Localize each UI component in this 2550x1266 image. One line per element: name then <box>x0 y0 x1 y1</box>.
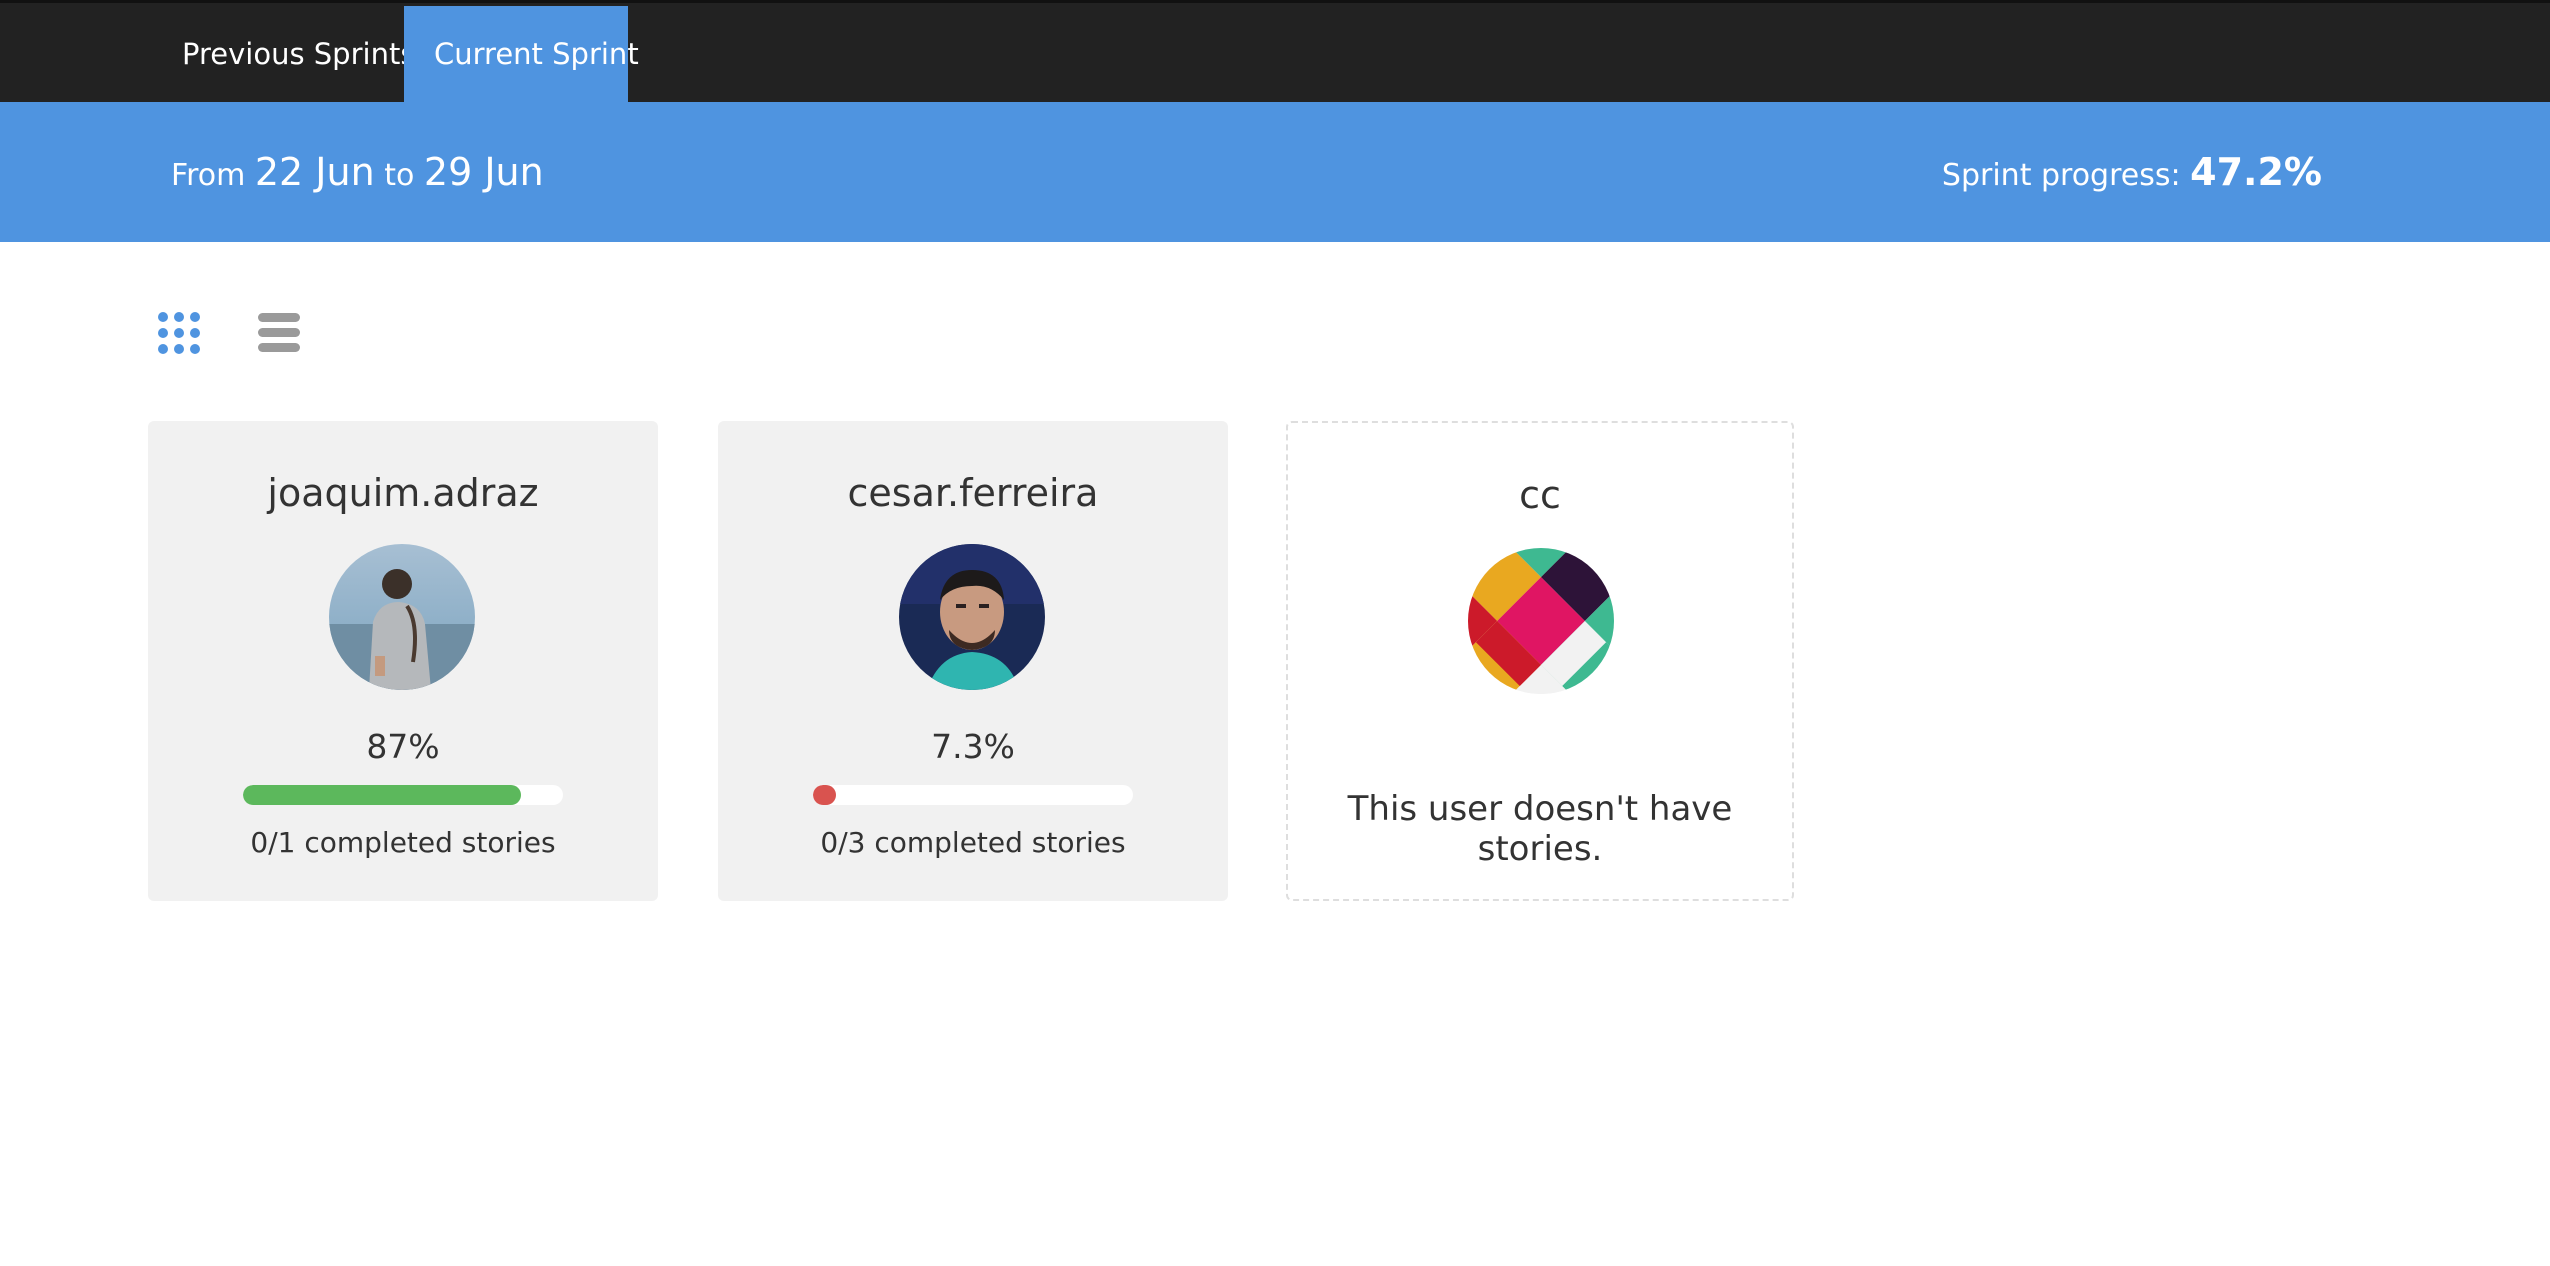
sprint-progress-label: Sprint progress: <box>1941 158 2181 193</box>
sprint-info-bar: From 22 Jun to 29 Jun Sprint progress: 4… <box>0 102 2550 242</box>
no-stories-message: This user doesn't have stories. <box>1347 789 1733 869</box>
progress-bar <box>243 785 563 805</box>
to-word: to <box>384 158 415 193</box>
user-card-cc[interactable]: cc This user doesn't have stories. <box>1286 421 1794 901</box>
grid-view-toggle[interactable] <box>156 310 202 356</box>
user-name: joaquim.adraz <box>267 471 539 515</box>
user-card-joaquim[interactable]: joaquim.adraz 87% 0/1 completed stories <box>148 421 658 901</box>
sprint-date-range: From 22 Jun to 29 Jun <box>171 150 544 194</box>
completion-percent: 87% <box>366 727 440 766</box>
completed-stories: 0/1 completed stories <box>250 826 556 859</box>
sprint-progress: Sprint progress: 47.2% <box>1942 150 2322 194</box>
completed-stories: 0/3 completed stories <box>820 826 1126 859</box>
sprint-start-date: 22 Jun <box>254 150 375 194</box>
user-card-cesar[interactable]: cesar.ferreira 7.3% 0/3 completed storie… <box>718 421 1228 901</box>
sprint-end-date: 29 Jun <box>423 150 544 194</box>
tab-current-sprint[interactable]: Current Sprint <box>404 6 639 102</box>
progress-bar-fill <box>243 785 522 805</box>
user-name: cesar.ferreira <box>847 471 1099 515</box>
sprint-progress-value: 47.2% <box>2190 150 2322 194</box>
progress-bar-fill <box>813 785 837 805</box>
progress-bar <box>813 785 1133 805</box>
user-name: cc <box>1519 473 1561 517</box>
completion-percent: 7.3% <box>931 727 1015 766</box>
avatar <box>1468 548 1614 694</box>
avatar <box>899 544 1045 690</box>
tab-previous-sprints[interactable]: Previous Sprints <box>152 6 415 102</box>
from-word: From <box>171 158 246 193</box>
list-icon <box>256 310 302 356</box>
list-view-toggle[interactable] <box>256 310 302 356</box>
grid-icon <box>156 310 202 356</box>
top-navbar: Previous Sprints Current Sprint <box>0 0 2550 102</box>
avatar <box>329 544 475 690</box>
